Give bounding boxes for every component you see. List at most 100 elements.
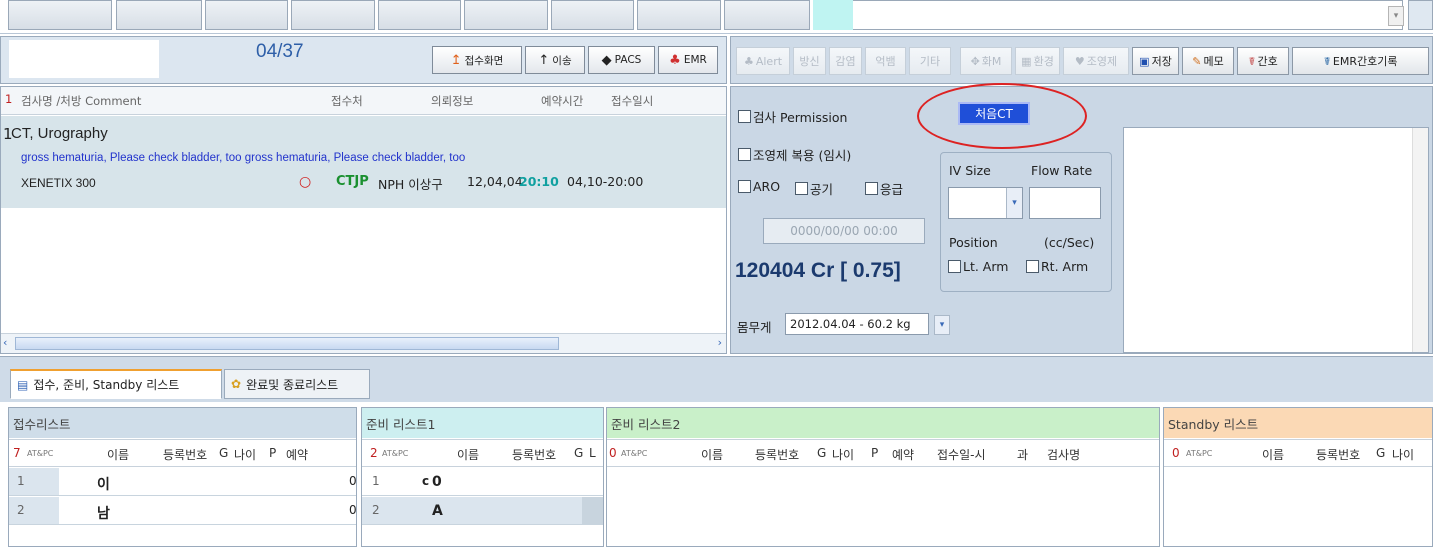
top-dropdown-icon[interactable]: ▾ xyxy=(1388,6,1404,26)
lt-arm-checkbox[interactable]: Lt. Arm xyxy=(948,259,1008,274)
iv-size-select[interactable]: ▾ xyxy=(948,187,1023,219)
scroll-right-icon[interactable]: › xyxy=(718,336,722,349)
scroll-thumb[interactable] xyxy=(15,337,559,350)
top-strip: ▾ xyxy=(0,0,1433,34)
top-input[interactable] xyxy=(813,0,1403,30)
row-name: 0 xyxy=(432,474,442,490)
flow-unit-label: (cc/Sec) xyxy=(1044,235,1095,250)
order-comment: gross hematuria, Please check bladder, t… xyxy=(21,152,466,164)
infection-button[interactable]: 감염 xyxy=(829,47,862,75)
checkbox-icon xyxy=(865,182,878,195)
order-count: 1 xyxy=(5,92,13,106)
col-gender: G xyxy=(574,446,584,460)
table-row[interactable]: 1 c 0 xyxy=(362,468,603,496)
permission-checkbox[interactable]: 검사 Permission xyxy=(738,107,847,126)
top-cell[interactable] xyxy=(291,0,375,30)
col-name: 이름 xyxy=(701,448,724,462)
transfer-m-button[interactable]: ✥ 화M xyxy=(960,47,1012,75)
other-button[interactable]: 기타 xyxy=(909,47,951,75)
row-name: A xyxy=(432,503,443,519)
pacs-label: PACS xyxy=(614,54,642,66)
patient-name-field[interactable] xyxy=(9,40,159,78)
emr-nursing-record-label: EMR간호기록 xyxy=(1332,55,1398,68)
top-cell[interactable] xyxy=(205,0,288,30)
col-exam-name: 검사명 xyxy=(1047,448,1081,462)
scroll-left-icon[interactable]: ‹ xyxy=(3,336,7,349)
memo-button[interactable]: ✎ 메모 xyxy=(1182,47,1234,75)
nurse-icon: ☤ xyxy=(1248,54,1256,68)
nurse-icon: ☤ xyxy=(1323,54,1331,68)
nursing-label: 간호 xyxy=(1257,55,1278,68)
alert-label: Alert xyxy=(755,54,783,68)
first-ct-button[interactable]: 처음CT xyxy=(958,102,1030,125)
table-row[interactable]: 1 이 0 xyxy=(9,468,356,496)
col-gender: G xyxy=(1376,446,1386,460)
notes-textarea[interactable] xyxy=(1123,127,1429,353)
other-label: 기타 xyxy=(919,55,941,68)
chevron-down-icon[interactable]: ▾ xyxy=(934,315,950,335)
col-l: L xyxy=(589,446,596,460)
heart-icon: ♥ xyxy=(1074,54,1085,68)
chevron-down-icon[interactable]: ▾ xyxy=(1006,188,1022,218)
emr-label: EMR xyxy=(683,54,707,66)
exam-datetime-field[interactable]: 0000/00/00 00:00 xyxy=(763,218,925,244)
action-toolbar: ♣ Alert 방신 감염 억뱀 기타 ✥ 화M ▦ 환경 ♥ 조영제 ▣ 저장 ✎ 메모 … xyxy=(730,36,1433,84)
infection-label: 감염 xyxy=(835,55,856,68)
arrow-up-icon: ↥ xyxy=(450,52,462,68)
row-edge: 0 xyxy=(349,474,357,488)
col-reception: 접수처 xyxy=(331,94,363,108)
tab-completed[interactable]: ✿ 완료및 종료리스트 xyxy=(224,369,370,399)
paw-icon: ✿ xyxy=(231,377,242,391)
table-row[interactable]: 2 남 0 xyxy=(9,497,356,525)
environment-button[interactable]: ▦ 환경 xyxy=(1015,47,1060,75)
reception-screen-button[interactable]: ↥ 접수화면 xyxy=(432,46,522,74)
air-checkbox[interactable]: 공기 xyxy=(795,179,833,198)
emr-button[interactable]: ♣ EMR xyxy=(658,46,718,74)
order-row[interactable]: 1 CT, Urography gross hematuria, Please … xyxy=(1,116,726,208)
weight-select[interactable]: 2012.04.04 - 60.2 kg xyxy=(785,313,929,335)
top-cell[interactable] xyxy=(378,0,461,30)
alert-button[interactable]: ♣ Alert xyxy=(736,47,790,75)
contrast-button[interactable]: ♥ 조영제 xyxy=(1063,47,1129,75)
col-reserve: 예약 xyxy=(892,448,915,462)
top-cell[interactable] xyxy=(116,0,202,30)
table-row[interactable]: 2 A xyxy=(362,497,603,525)
prep-list-1: 준비 리스트1 2 AT&PC 이름 등록번호 G L 1 c 0 2 A xyxy=(361,407,604,547)
save-button[interactable]: ▣ 저장 xyxy=(1132,47,1179,75)
contrast-checkbox[interactable]: 조영제 복용 (임시) xyxy=(738,145,851,164)
top-cell[interactable] xyxy=(8,0,112,30)
position-label: Position xyxy=(949,235,998,250)
prep-list-2: 준비 리스트2 0 AT&PC 이름 등록번호 G 나이 P 예약 접수일-시 … xyxy=(606,407,1160,547)
row-number: 2 xyxy=(17,503,25,517)
rt-arm-checkbox[interactable]: Rt. Arm xyxy=(1026,259,1088,274)
notes-scrollbar[interactable] xyxy=(1412,128,1428,352)
order-ward: NPH 이상구 xyxy=(378,177,443,192)
aro-checkbox[interactable]: ARO xyxy=(738,179,780,194)
order-hscrollbar[interactable]: ‹ › xyxy=(1,333,726,353)
tab-reception-standby-label: 접수, 준비, Standby 리스트 xyxy=(33,378,180,392)
top-end-cell[interactable] xyxy=(1408,0,1433,30)
col-name: 이름 xyxy=(107,448,130,462)
weight-value: 2012.04.04 - 60.2 kg xyxy=(790,317,911,331)
emergency-checkbox[interactable]: 응급 xyxy=(865,179,903,198)
order-exam-name: CT, Urography xyxy=(11,125,108,142)
top-cell[interactable] xyxy=(724,0,810,30)
row-mark: c xyxy=(422,474,430,488)
emr-nursing-record-button[interactable]: ☤ EMR간호기록 xyxy=(1292,47,1429,75)
nursing-button[interactable]: ☤ 간호 xyxy=(1237,47,1289,75)
aspiration-button[interactable]: 억뱀 xyxy=(865,47,906,75)
aspiration-label: 억뱀 xyxy=(875,55,896,68)
tab-reception-standby[interactable]: ▤ 접수, 준비, Standby 리스트 xyxy=(10,369,222,399)
transfer-button[interactable]: ↑ 이송 xyxy=(525,46,585,74)
col-gender: G xyxy=(817,446,827,460)
pregnancy-button[interactable]: 방신 xyxy=(793,47,826,75)
col-name: 이름 xyxy=(457,448,480,462)
top-cell[interactable] xyxy=(551,0,634,30)
col-receipt-date: 접수일시 xyxy=(611,94,654,108)
pacs-button[interactable]: ◆ PACS xyxy=(588,46,655,74)
prep-list-2-header: 0 AT&PC 이름 등록번호 G 나이 P 예약 접수일-시 과 검사명 xyxy=(607,439,1159,467)
flow-rate-input[interactable] xyxy=(1029,187,1101,219)
top-cell[interactable] xyxy=(464,0,548,30)
col-gender: G xyxy=(219,446,229,460)
top-cell[interactable] xyxy=(637,0,721,30)
